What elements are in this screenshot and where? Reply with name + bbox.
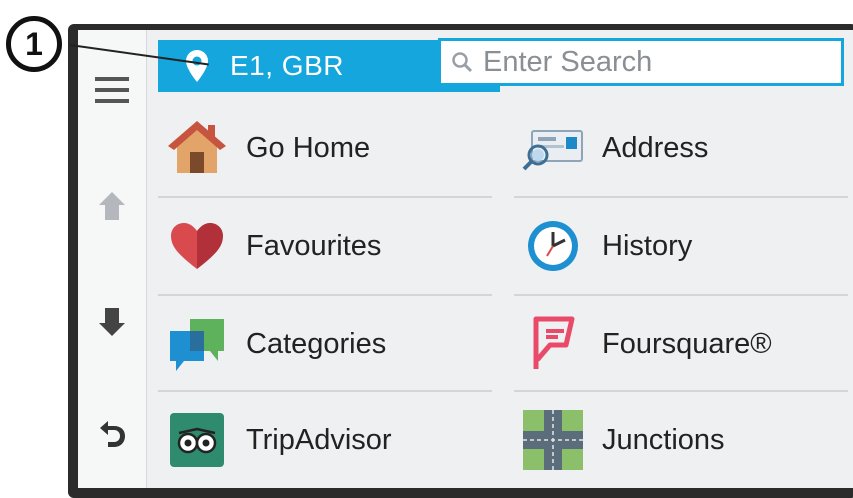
heart-icon (171, 223, 223, 269)
device-screen: E1, GBR Go Home (78, 30, 853, 488)
foursquare-icon (533, 316, 575, 369)
tile-junctions[interactable]: Junctions (512, 392, 850, 488)
menu-button[interactable] (78, 60, 146, 120)
tile-label: Junctions (602, 423, 725, 456)
tile-label: Categories (246, 327, 387, 360)
tile-favourites[interactable]: Favourites (156, 198, 494, 294)
tile-tripadvisor[interactable]: TripAdvisor (156, 392, 494, 488)
clock-icon (528, 221, 578, 271)
tile-label: History (602, 229, 693, 262)
tile-label: TripAdvisor (246, 423, 392, 456)
back-button[interactable] (78, 404, 146, 464)
tile-categories[interactable]: Categories (156, 296, 494, 392)
tile-label: Foursquare® (602, 327, 772, 360)
tile-history[interactable]: History (512, 198, 850, 294)
house-icon (168, 121, 226, 173)
tile-label: Address (602, 131, 709, 164)
location-label: E1, GBR (230, 50, 344, 81)
scroll-up-button[interactable] (78, 176, 146, 236)
scroll-down-button[interactable] (78, 292, 146, 352)
map-pin-icon (186, 50, 208, 82)
back-arrow-icon (100, 421, 125, 447)
address-card-icon (522, 130, 583, 171)
arrow-down-icon (99, 308, 125, 336)
tripadvisor-owl-icon (170, 413, 224, 467)
hamburger-menu-icon (95, 77, 129, 103)
search-input[interactable] (481, 44, 825, 80)
search-box[interactable] (438, 38, 844, 86)
tile-label: Favourites (246, 229, 382, 262)
tile-address[interactable]: Address (512, 100, 850, 196)
junction-icon (523, 410, 583, 470)
tile-foursquare[interactable]: Foursquare® (512, 296, 850, 392)
callout-number-badge: 1 (6, 16, 62, 72)
arrow-up-icon (99, 192, 125, 220)
tile-go-home[interactable]: Go Home (156, 100, 494, 196)
tile-label: Go Home (246, 131, 371, 164)
sidebar (78, 30, 147, 488)
speech-bubbles-icon (170, 319, 224, 371)
search-icon (452, 52, 473, 73)
